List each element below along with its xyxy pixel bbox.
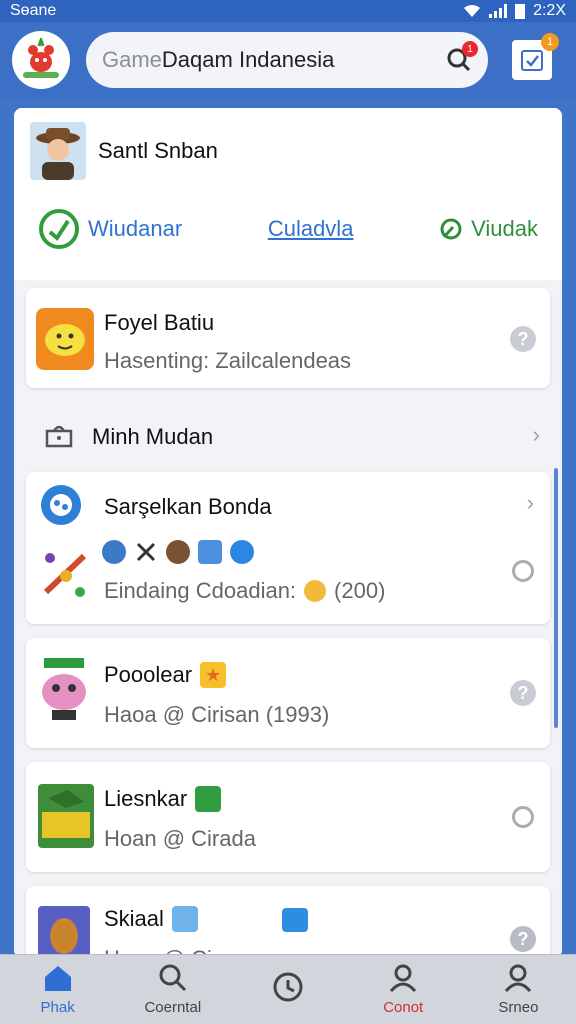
row-1-subtitle-text: Eindaing Cdoadian: [104, 578, 297, 603]
ball-icon [166, 540, 190, 564]
search-icon [159, 964, 186, 992]
tab-profile-label: Srneo [498, 999, 539, 1016]
profile-avatar[interactable] [30, 122, 86, 180]
chevron-right-icon: › [532, 422, 540, 447]
cross-icon [136, 542, 156, 562]
status-time: 2:2X [533, 2, 566, 19]
featured-app-icon [36, 308, 94, 375]
row-3-icon [38, 784, 94, 853]
list-item[interactable]: Pooolear ★ Haoa @ Cirisan (1993) ? [26, 638, 550, 748]
flag-icon [198, 540, 222, 564]
row-1-icon [40, 484, 82, 531]
featured-card[interactable]: Foyel Batiu Hasenting: Zailcalendeas ? [26, 288, 550, 388]
bottom-tab-bar: Phak Coerntal Conot Srneo [0, 954, 576, 1024]
app-bar: Game Daqam Indanesia 1 1 [0, 22, 576, 98]
row-1-subtitle: Eindaing Cdoadian: (200) [104, 578, 385, 604]
row-4-title-wrap: Skiaal [104, 906, 198, 932]
scrollbar[interactable] [554, 468, 558, 728]
wifi-icon [464, 4, 481, 17]
link-viudak-label: Viudak [471, 216, 538, 241]
tab-profile[interactable]: Srneo [461, 955, 576, 1024]
section-label: Minh Mudan [92, 424, 214, 449]
chat-icon [282, 908, 308, 932]
coin-icon [304, 580, 327, 602]
link-wiudanar-label: Wiudanar [88, 216, 183, 241]
link-viudak[interactable]: Viudak [439, 216, 538, 242]
play-icon [195, 786, 222, 812]
check-circle-icon [39, 209, 79, 249]
row-1-emoji-strip [102, 540, 254, 564]
chevron-right-icon: › [526, 490, 534, 515]
featured-title: Foyel Batiu [104, 310, 215, 335]
clock-icon [273, 972, 303, 1001]
battery-icon [515, 3, 526, 19]
status-bar: Sɵane 2:2X [0, 0, 576, 22]
search-bar[interactable]: Game Daqam Indanesia 1 [86, 32, 488, 88]
list-item[interactable]: Sarşelkan Bonda › Eindaing Cdoadian: (20… [26, 472, 550, 624]
info-icon[interactable]: ? [510, 926, 536, 952]
link-culadvla-label: Culadvla [267, 216, 354, 241]
profile-name: Santl Snban [98, 138, 218, 163]
row-3-title-wrap: Liesnkar [104, 786, 222, 812]
profile-card: Santl Snban Wiudanar Culadvla Viudak [14, 108, 562, 280]
link-culadvla[interactable]: Culadvla [268, 216, 354, 242]
row-2-subtitle: Haoa @ Cirisan (1993) [104, 702, 330, 727]
tab-contact[interactable]: Conot [346, 955, 461, 1024]
status-icons: 2:2X [463, 2, 566, 20]
status-ring-icon[interactable] [512, 560, 534, 582]
leaf-icon [440, 218, 462, 240]
row-1-count: (200) [334, 578, 386, 603]
row-2-icon [38, 656, 90, 729]
info-icon[interactable]: ? [510, 680, 536, 706]
badge-icon [171, 906, 198, 932]
status-carrier: Sɵane [10, 2, 57, 19]
tab-contact-label: Conot [383, 999, 424, 1016]
app-logo-icon[interactable] [12, 31, 70, 89]
tab-search-label: Coerntal [144, 999, 202, 1016]
notification-button[interactable]: 1 [512, 33, 559, 80]
tab-home[interactable]: Phak [0, 955, 115, 1024]
notification-badge: 1 [541, 33, 559, 51]
row-1-title: Sarşelkan Bonda [104, 494, 272, 519]
globe-icon [102, 540, 126, 564]
row-3-subtitle: Hoan @ Cirada [104, 826, 256, 851]
row-2-title-wrap: Pooolear ★ [104, 662, 227, 688]
info-icon[interactable]: ? [510, 326, 536, 352]
row-2-title: Pooolear [104, 662, 193, 687]
row-4-title: Skiaal [104, 906, 164, 931]
search-text: Daqam Indanesia [161, 47, 335, 72]
list-item[interactable]: Skiaal Haoa @ Ci... ? [26, 886, 550, 958]
list-item[interactable]: Liesnkar Hoan @ Cirada [26, 762, 550, 872]
signal-icon [489, 4, 508, 18]
tab-home-label: Phak [40, 999, 75, 1016]
featured-subtitle: Hasenting: Zailcalendeas [104, 348, 352, 373]
bag-icon [45, 425, 73, 448]
plane-icon [230, 540, 254, 564]
row-4-icon [38, 906, 90, 958]
section-header[interactable]: Minh Mudan › [14, 410, 562, 460]
search-icon[interactable]: 1 [446, 41, 478, 73]
status-ring-icon[interactable] [512, 806, 534, 828]
star-icon: ★ [200, 662, 227, 688]
user-icon [505, 964, 532, 993]
tab-history[interactable] [230, 955, 345, 1024]
tab-search[interactable]: Coerntal [115, 955, 230, 1024]
home-icon [44, 966, 71, 991]
search-prefix: Game [102, 47, 162, 72]
row-3-title: Liesnkar [104, 786, 188, 811]
search-badge: 1 [462, 41, 478, 57]
calendar-check-icon [521, 50, 543, 71]
main-content: Santl Snban Wiudanar Culadvla Viudak Foy… [14, 108, 562, 958]
profile-links: Wiudanar Culadvla Viudak [14, 208, 562, 250]
row-1-art-icon [40, 548, 90, 607]
link-wiudanar[interactable]: Wiudanar [38, 208, 182, 250]
person-icon [390, 964, 417, 993]
